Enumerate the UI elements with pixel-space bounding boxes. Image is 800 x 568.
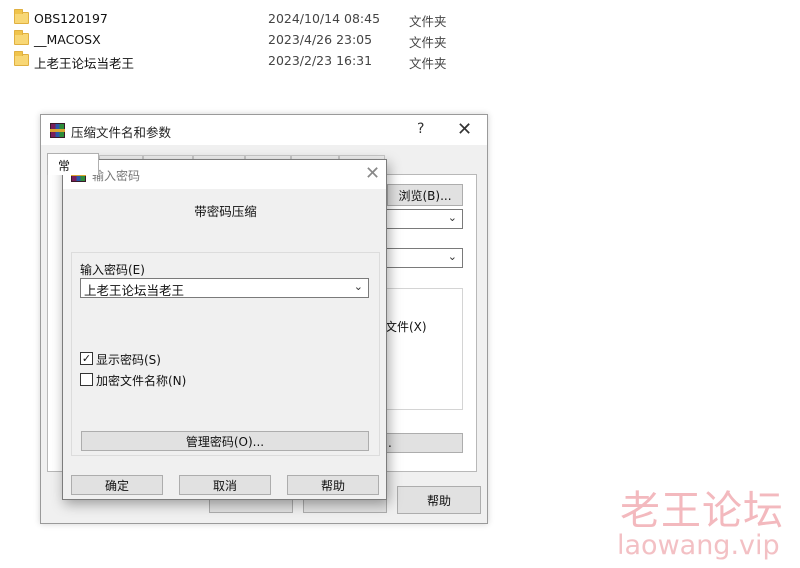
folder-icon (14, 30, 29, 45)
set-password-label: . (388, 436, 392, 450)
chevron-down-icon: ⌄ (447, 211, 457, 224)
file-date: 2024/10/14 08:45 (268, 11, 381, 26)
browse-button[interactable]: 浏览(B)... (387, 184, 463, 206)
cancel-button[interactable]: 取消 (179, 475, 271, 495)
close-icon[interactable]: ✕ (365, 165, 380, 183)
file-date: 2023/2/23 16:31 (268, 53, 373, 68)
manage-passwords-button[interactable]: 管理密码(O)... (81, 431, 369, 451)
tab-general-label: 常 (58, 159, 71, 173)
password-heading: 带密码压缩 (194, 204, 257, 219)
password-dialog: 输入密码 ✕ 带密码压缩 输入密码(E) 上老王论坛当老王 ⌄ ✓ 显示密码(S… (62, 159, 387, 500)
watermark-chinese: 老王论坛 (620, 488, 784, 534)
tab-general[interactable]: 常 (47, 153, 99, 175)
winrar-icon (50, 123, 65, 138)
file-list: OBS120197 2024/10/14 08:45 文件夹 __MACOSX … (14, 9, 614, 72)
show-password-label: 显示密码(S) (96, 353, 161, 367)
file-name: OBS120197 (34, 11, 108, 26)
file-row-obs[interactable]: OBS120197 2024/10/14 08:45 文件夹 (14, 9, 614, 30)
file-name: 上老王论坛当老王 (34, 56, 135, 71)
file-name: __MACOSX (34, 32, 101, 47)
chevron-down-icon: ⌄ (447, 250, 457, 263)
split-size-select[interactable]: ⌄ (381, 248, 463, 268)
archive-help-button[interactable]: 帮助 (397, 486, 481, 514)
password-dialog-title: 输入密码 (92, 169, 141, 183)
encrypt-names-label: 加密文件名称(N) (96, 374, 187, 388)
set-password-button[interactable]: . (381, 433, 463, 453)
password-input-label: 输入密码(E) (80, 263, 145, 277)
update-mode-select[interactable]: ⌄ (381, 209, 463, 229)
file-row-macosx[interactable]: __MACOSX 2023/4/26 23:05 文件夹 (14, 30, 614, 51)
archive-options-group (381, 288, 463, 410)
folder-icon (14, 9, 29, 24)
password-value: 上老王论坛当老王 (84, 283, 185, 298)
checkbox-checked-icon[interactable]: ✓ (80, 352, 93, 365)
archive-dialog-title: 压缩文件名和参数 (71, 125, 172, 140)
watermark-site: laowang.vip (617, 530, 780, 561)
file-type: 文件夹 (409, 35, 447, 50)
folder-icon (14, 51, 29, 66)
file-type: 文件夹 (409, 56, 447, 71)
file-type: 文件夹 (409, 14, 447, 29)
ok-button[interactable]: 确定 (71, 475, 163, 495)
file-row-laowang[interactable]: 上老王论坛当老王 2023/2/23 16:31 文件夹 (14, 51, 614, 72)
file-option-label: 文件(X) (385, 320, 427, 334)
password-dialog-titlebar[interactable]: 输入密码 ✕ (63, 160, 386, 189)
password-input[interactable]: 上老王论坛当老王 ⌄ (80, 278, 369, 298)
file-date: 2023/4/26 23:05 (268, 32, 373, 47)
close-icon[interactable]: ✕ (457, 121, 472, 139)
help-button[interactable]: 帮助 (287, 475, 379, 495)
checkbox-unchecked-icon[interactable] (80, 373, 93, 386)
chevron-down-icon[interactable]: ⌄ (354, 280, 363, 293)
help-icon[interactable]: ? (417, 121, 424, 137)
archive-dialog-titlebar[interactable]: 压缩文件名和参数 ? ✕ (41, 115, 487, 145)
